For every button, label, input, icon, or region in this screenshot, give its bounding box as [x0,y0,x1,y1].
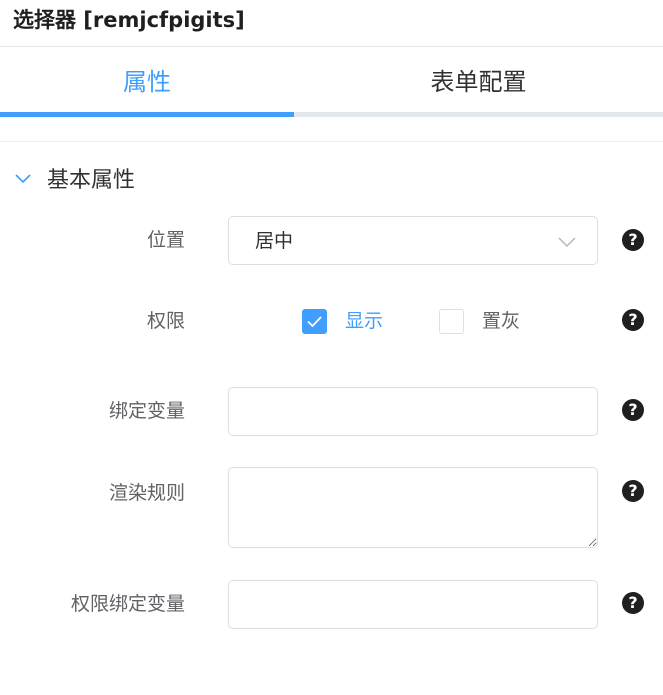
panel-header: 选择器 [remjcfpigits] [0,0,663,47]
checkbox-show-label: 显示 [345,310,384,332]
question-circle-icon[interactable]: ? [622,480,644,502]
checkbox-gray[interactable]: 置灰 [439,308,520,334]
tab-form-config[interactable]: 表单配置 [294,47,663,117]
section-toggle-basic[interactable]: 基本属性 [13,160,135,196]
question-circle-icon[interactable]: ? [622,592,644,614]
section-title: 基本属性 [47,168,136,193]
tab-properties[interactable]: 属性 [0,47,294,117]
permission-label: 权限 [146,310,185,332]
render-rule-textarea[interactable] [228,467,598,548]
chevron-down-icon [557,232,577,252]
section-divider [0,141,663,142]
question-circle-icon[interactable]: ? [622,309,644,331]
position-select-value: 居中 [255,230,294,252]
bind-variable-input[interactable] [228,387,598,436]
position-label: 位置 [146,229,185,251]
render-rule-label: 渲染规则 [108,482,185,504]
check-icon [307,315,322,327]
position-select[interactable]: 居中 [228,216,598,265]
tab-active-indicator [0,112,294,117]
chevron-down-icon [13,168,33,188]
bind-variable-label: 绑定变量 [108,400,185,422]
checkbox-gray-box [439,308,464,334]
tab-bar: 属性 表单配置 [0,47,663,117]
panel-title: 选择器 [remjcfpigits] [13,8,245,32]
question-circle-icon[interactable]: ? [622,399,644,421]
checkbox-show[interactable]: 显示 [302,308,383,334]
permission-bind-variable-label: 权限绑定变量 [70,593,185,615]
permission-bind-variable-input[interactable] [228,580,598,629]
checkbox-gray-label: 置灰 [482,310,521,332]
checkbox-show-box [302,308,327,334]
question-circle-icon[interactable]: ? [622,229,644,251]
